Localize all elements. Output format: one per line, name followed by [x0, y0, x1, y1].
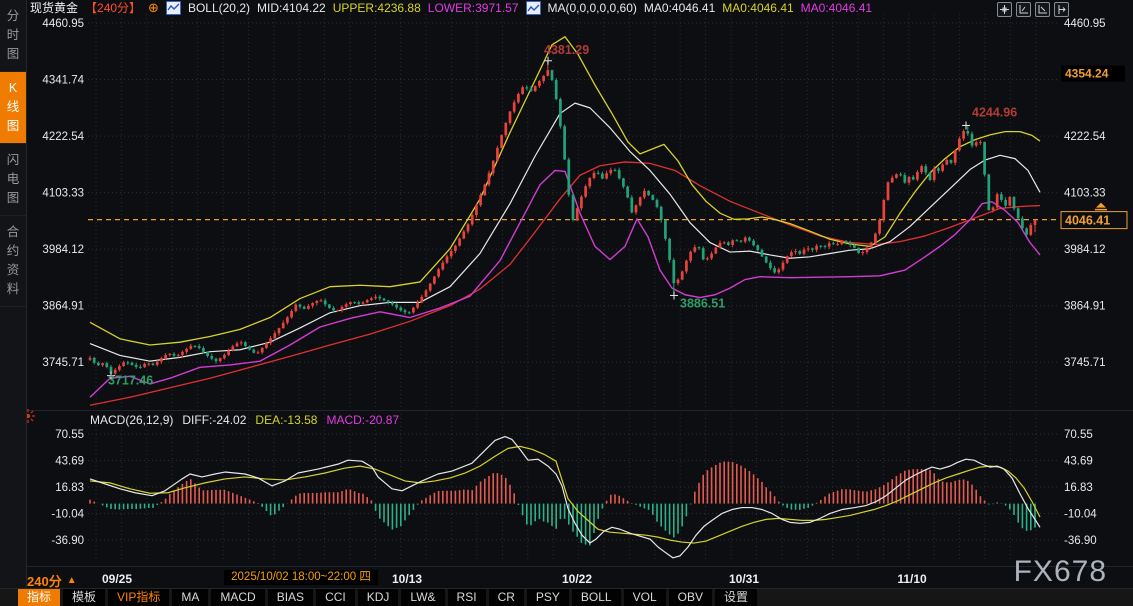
tab-cr[interactable]: CR — [489, 589, 524, 606]
svg-text:3984.12: 3984.12 — [1064, 244, 1106, 256]
tab-vip-indicator[interactable]: VIP指标 — [108, 589, 169, 606]
chart-legend: 现货黄金 【240分】 ⊕ BOLL(20,2) MID:4104.22 UPP… — [30, 0, 872, 15]
svg-text:4103.33: 4103.33 — [1064, 188, 1106, 200]
rail-item-lightning-chart[interactable]: 闪电图 — [0, 144, 26, 216]
boll-indicator-icon[interactable] — [166, 1, 181, 15]
move-pane-icon[interactable] — [997, 2, 1012, 17]
svg-text:4460.95: 4460.95 — [1064, 18, 1106, 30]
candles — [89, 61, 1037, 376]
tab-vol[interactable]: VOL — [624, 589, 666, 606]
price-annotations: 4381.29 4244.96 3886.51 3717.46 — [107, 43, 1017, 388]
crosshair-date-tooltip: 2025/10/02 18:00~22:00 四 — [224, 570, 378, 585]
svg-text:3984.12: 3984.12 — [42, 244, 84, 256]
svg-text:3864.91: 3864.91 — [42, 301, 84, 313]
boll-lower-value: LOWER:3971.57 — [428, 1, 519, 15]
svg-text:-10.04: -10.04 — [1064, 509, 1097, 521]
svg-text:4381.29: 4381.29 — [544, 43, 589, 57]
tab-boll[interactable]: BOLL — [572, 589, 621, 606]
macd-legend: MACD(26,12,9) DIFF:-24.02 DEA:-13.58 MAC… — [90, 413, 399, 427]
period-tag: 【240分】 — [85, 0, 141, 16]
svg-text:-10.04: -10.04 — [51, 509, 84, 521]
ma-value-2: MA0:4046.41 — [722, 1, 793, 15]
tab-cci[interactable]: CCI — [316, 589, 355, 606]
rail-item-contract-info[interactable]: 合约资料 — [0, 216, 26, 307]
svg-text:4341.74: 4341.74 — [42, 75, 84, 87]
symbol-name: 现货黄金 — [30, 0, 78, 16]
svg-text:70.55: 70.55 — [1064, 429, 1093, 441]
axis-zoom-right-icon[interactable] — [1035, 2, 1050, 17]
svg-text:-36.90: -36.90 — [1064, 535, 1097, 547]
svg-text:10/31: 10/31 — [729, 572, 759, 586]
svg-text:4354.24: 4354.24 — [1065, 67, 1109, 81]
ma-indicator-icon[interactable] — [526, 1, 541, 15]
svg-text:4244.96: 4244.96 — [972, 105, 1017, 119]
rail-item-candle-chart[interactable]: K线图 — [0, 72, 26, 144]
trading-app-window: 4381.29 4244.96 3886.51 3717.46 4460.95 4460.… — [0, 0, 1133, 606]
tab-psy[interactable]: PSY — [527, 589, 569, 606]
tab-ma[interactable]: MA — [172, 589, 208, 606]
tab-bias[interactable]: BIAS — [268, 589, 313, 606]
svg-text:4103.33: 4103.33 — [42, 188, 84, 200]
svg-text:3717.46: 3717.46 — [108, 374, 153, 388]
svg-text:3886.51: 3886.51 — [680, 296, 725, 310]
svg-text:4460.95: 4460.95 — [42, 18, 84, 30]
tab-obv[interactable]: OBV — [669, 589, 712, 606]
tab-rsi[interactable]: RSI — [448, 589, 486, 606]
svg-text:3745.71: 3745.71 — [1064, 357, 1106, 369]
svg-text:43.69: 43.69 — [1064, 455, 1093, 467]
svg-text:3864.91: 3864.91 — [1064, 301, 1106, 313]
svg-text:10/22: 10/22 — [562, 572, 592, 586]
tab-macd[interactable]: MACD — [211, 589, 264, 606]
svg-text:16.83: 16.83 — [55, 482, 84, 494]
boll-upper-value: UPPER:4236.88 — [333, 1, 421, 15]
ma-value-3: MA0:4046.41 — [801, 1, 872, 15]
svg-text:70.55: 70.55 — [55, 429, 84, 441]
macd-diff-value: DIFF:-24.02 — [182, 413, 246, 427]
boll-mid-value: MID:4104.22 — [257, 1, 326, 15]
tab-lw[interactable]: LW& — [401, 589, 444, 606]
rail-item-time-chart[interactable]: 分时图 — [0, 0, 26, 72]
svg-text:09/25: 09/25 — [102, 572, 132, 586]
svg-text:3745.71: 3745.71 — [42, 357, 84, 369]
indicator-tabbar: 指标 模板 VIP指标 MA MACD BIAS CCI KDJ LW& RSI… — [0, 588, 1133, 606]
chart-canvas[interactable]: 4381.29 4244.96 3886.51 3717.46 4460.95 4460.… — [0, 0, 1133, 606]
macd-dea-value: DEA:-13.58 — [255, 413, 317, 427]
svg-text:-36.90: -36.90 — [51, 535, 84, 547]
crosshair-toggle-icon[interactable]: ⊕ — [148, 1, 159, 14]
svg-text:11/10: 11/10 — [897, 572, 927, 586]
tab-template[interactable]: 模板 — [63, 589, 105, 606]
tab-settings[interactable]: 设置 — [715, 589, 757, 606]
axis-zoom-left-icon[interactable] — [1016, 2, 1031, 17]
price-markers: 4354.24 4046.41 — [1061, 66, 1127, 229]
macd-label: MACD(26,12,9) — [90, 413, 173, 427]
chevron-up-icon: ▲ — [67, 575, 77, 586]
chart-type-rail: 分时图 K线图 闪电图 合约资料 — [0, 0, 27, 589]
tab-indicator[interactable]: 指标 — [18, 589, 60, 606]
pane-toolbar — [997, 2, 1069, 17]
svg-text:10/13: 10/13 — [392, 572, 422, 586]
ma-value-1: MA0:4046.41 — [644, 1, 715, 15]
svg-text:16.83: 16.83 — [1064, 482, 1093, 494]
shift-pane-icon[interactable] — [1054, 2, 1069, 17]
svg-text:4222.54: 4222.54 — [42, 131, 84, 143]
boll-label: BOLL(20,2) — [188, 1, 250, 15]
svg-text:4222.54: 4222.54 — [1064, 131, 1106, 143]
ma-label: MA(0,0,0,0,0,60) — [548, 1, 637, 15]
svg-text:43.69: 43.69 — [55, 455, 84, 467]
tab-kdj[interactable]: KDJ — [358, 589, 399, 606]
svg-text:4046.41: 4046.41 — [1065, 214, 1110, 228]
macd-macd-value: MACD:-20.87 — [326, 413, 399, 427]
grid — [26, 14, 1133, 567]
fx678-watermark: FX678 — [1014, 555, 1107, 589]
